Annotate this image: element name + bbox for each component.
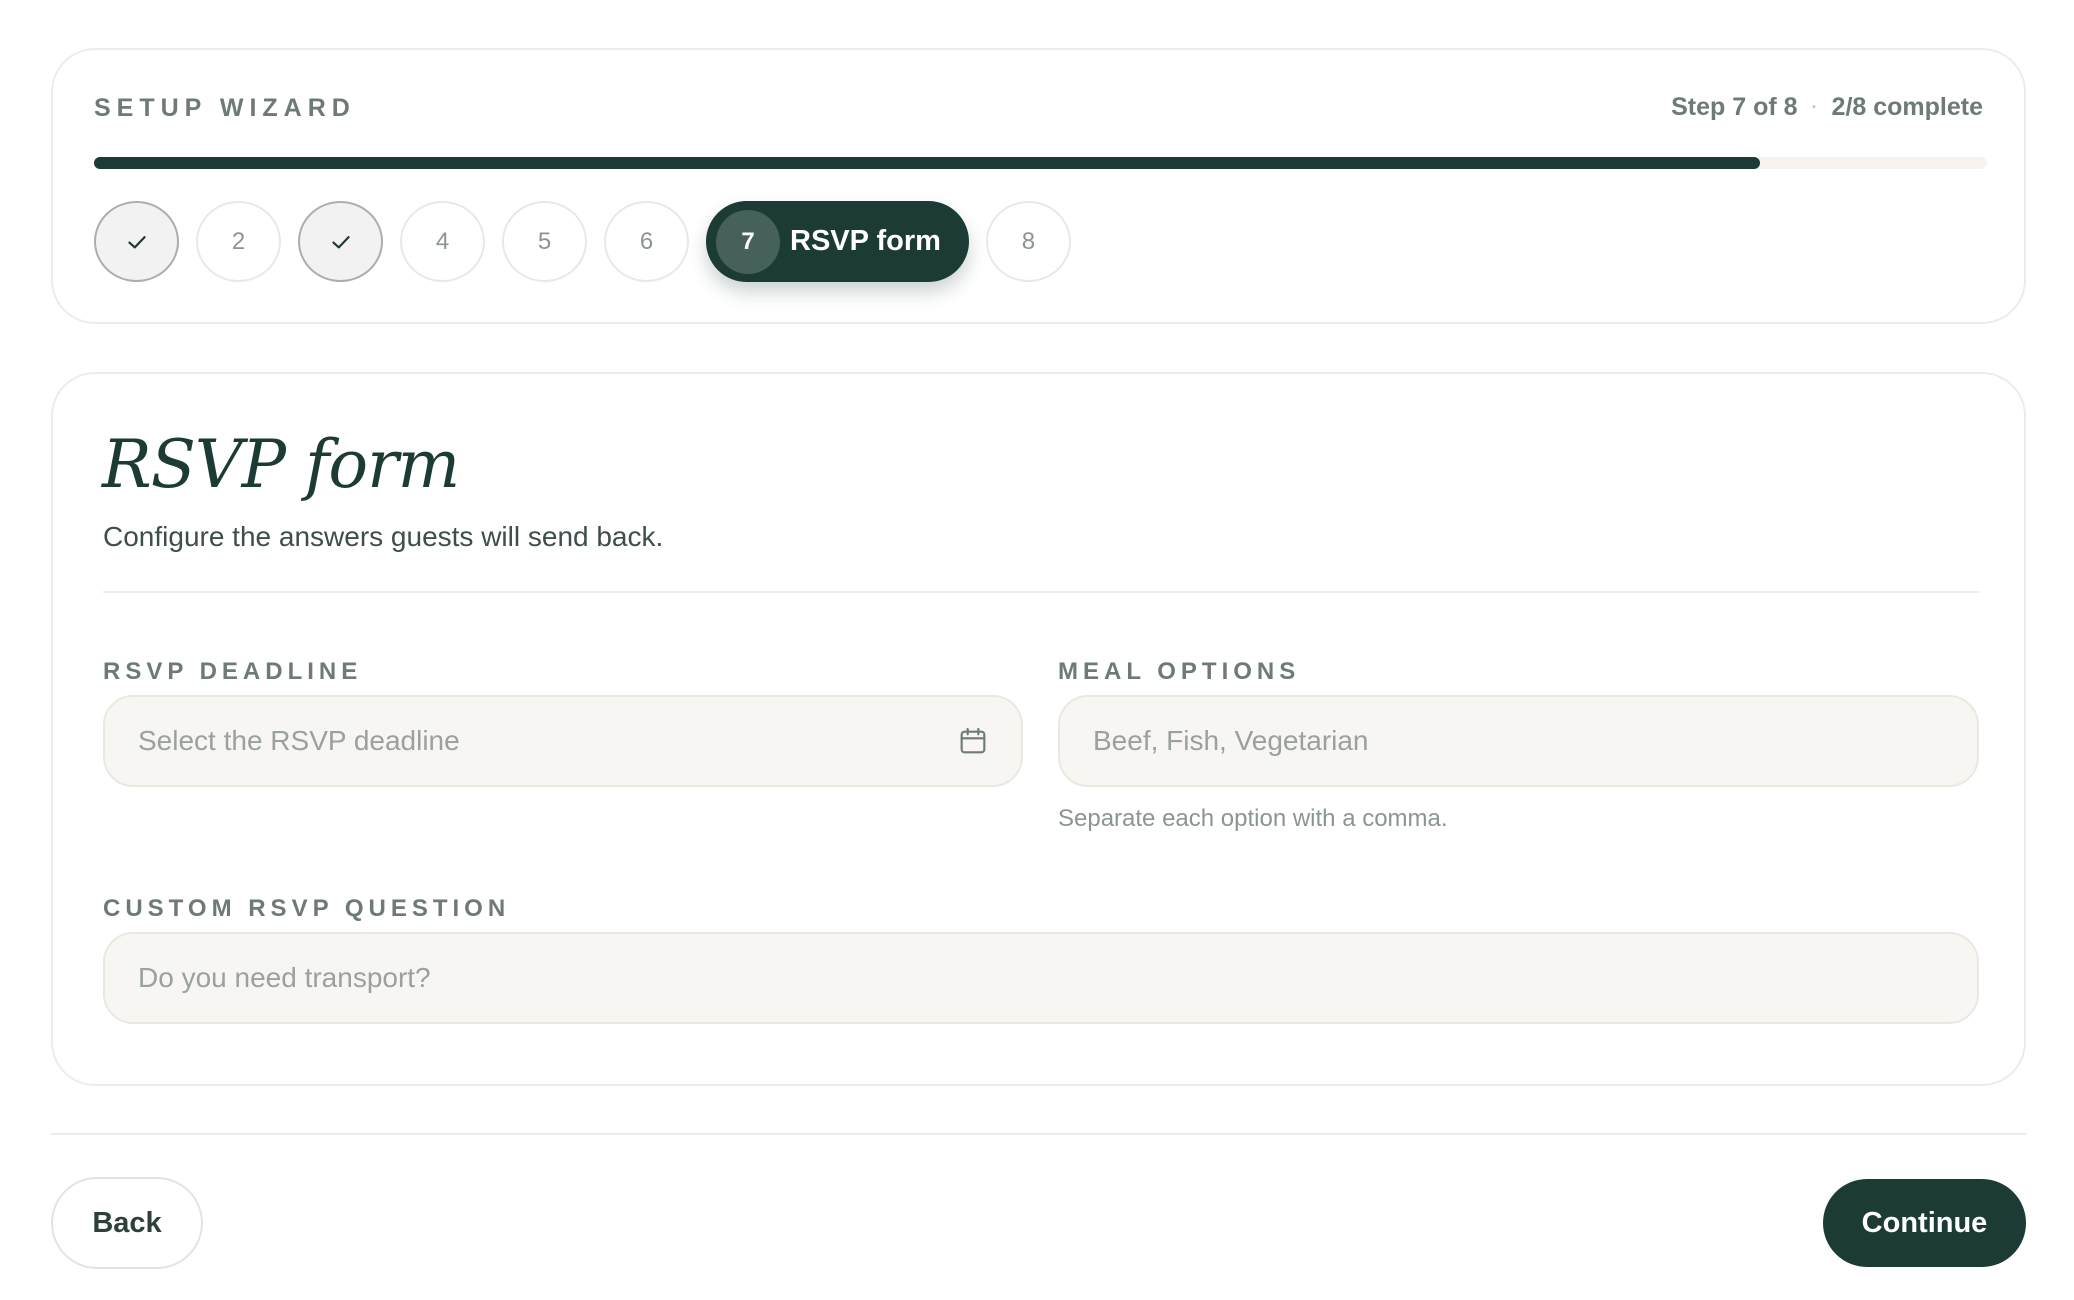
step-number: 7 bbox=[716, 209, 780, 274]
calendar-icon[interactable] bbox=[957, 725, 989, 757]
step-1[interactable] bbox=[94, 201, 179, 282]
step-label: RSVP form bbox=[790, 225, 941, 257]
step-6[interactable]: 6 bbox=[604, 201, 689, 282]
rsvp-deadline-input[interactable] bbox=[138, 725, 1021, 757]
status-separator: · bbox=[1811, 97, 1818, 117]
divider bbox=[103, 591, 1979, 593]
page-subtitle: Configure the answers guests will send b… bbox=[103, 521, 664, 552]
back-button[interactable]: Back bbox=[51, 1177, 203, 1269]
step-8[interactable]: 8 bbox=[985, 201, 1071, 282]
page-title: RSVP form bbox=[102, 426, 460, 503]
step-5[interactable]: 5 bbox=[502, 201, 587, 282]
meal-options-label: MEAL OPTIONS bbox=[1058, 658, 1301, 685]
rsvp-form-card: RSVP form Configure the answers guests w… bbox=[51, 372, 2026, 1086]
step-7[interactable]: 7 RSVP form bbox=[706, 201, 969, 282]
setup-wizard-page: SETUP WIZARD Step 7 of 8 · 2/8 complete … bbox=[51, 48, 2026, 1269]
custom-question-label: CUSTOM RSVP QUESTION bbox=[103, 895, 511, 922]
custom-question-field[interactable] bbox=[103, 932, 1979, 1024]
continue-button[interactable]: Continue bbox=[1823, 1179, 2026, 1267]
step-2[interactable]: 2 bbox=[196, 201, 281, 282]
custom-question-input[interactable] bbox=[138, 962, 1977, 994]
step-counter: Step 7 of 8 bbox=[1671, 93, 1798, 121]
meal-options-hint: Separate each option with a comma. bbox=[1058, 805, 1448, 832]
check-icon bbox=[331, 235, 350, 248]
step-indicator: 2 4 5 6 7 RSVP form 8 bbox=[94, 201, 1071, 282]
rsvp-deadline-label: RSVP DEADLINE bbox=[103, 658, 363, 685]
rsvp-deadline-field[interactable] bbox=[103, 695, 1023, 787]
progress-bar bbox=[94, 157, 1987, 169]
progress-bar-fill bbox=[94, 157, 1760, 169]
meal-options-input[interactable] bbox=[1093, 725, 1977, 757]
step-3[interactable] bbox=[298, 201, 383, 282]
meal-options-field[interactable] bbox=[1058, 695, 1979, 787]
step-4[interactable]: 4 bbox=[400, 201, 485, 282]
footer-divider bbox=[51, 1133, 2026, 1135]
wizard-status: Step 7 of 8 · 2/8 complete bbox=[1671, 93, 1983, 122]
wizard-title: SETUP WIZARD bbox=[94, 94, 356, 122]
check-icon bbox=[127, 235, 146, 248]
wizard-header-card: SETUP WIZARD Step 7 of 8 · 2/8 complete … bbox=[51, 48, 2026, 324]
completion-counter: 2/8 complete bbox=[1831, 93, 1983, 121]
